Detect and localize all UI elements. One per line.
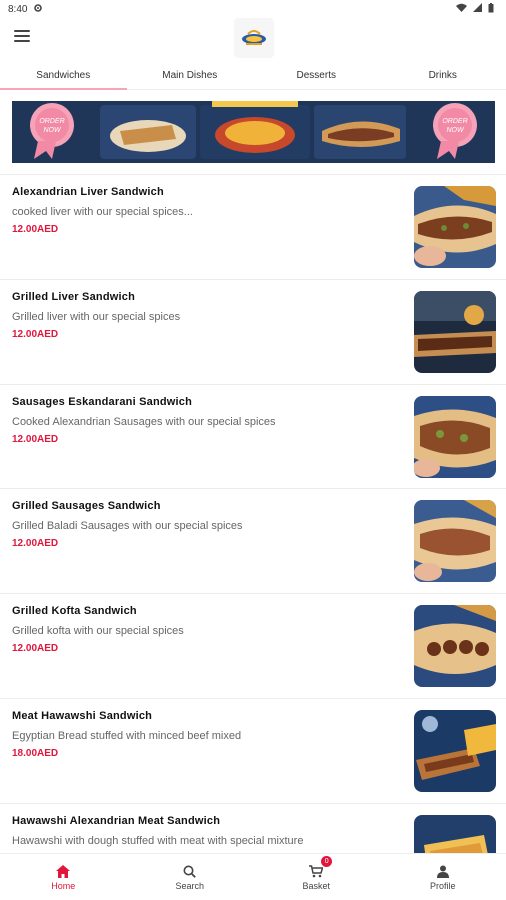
cart-icon: 0	[308, 856, 333, 879]
menu-list: Alexandrian Liver Sandwich cooked liver …	[0, 174, 506, 900]
basket-count-badge: 0	[321, 856, 333, 867]
app-header	[0, 18, 506, 58]
nav-basket-label: Basket	[302, 881, 330, 891]
nav-profile[interactable]: Profile	[380, 854, 506, 900]
nav-basket[interactable]: 0 Basket	[253, 854, 380, 900]
list-item[interactable]: Meat Hawawshi Sandwich Egyptian Bread st…	[0, 697, 506, 803]
svg-text:NOW: NOW	[446, 127, 465, 134]
item-description: Grilled kofta with our special spices	[12, 625, 184, 638]
tab-drinks[interactable]: Drinks	[380, 62, 506, 89]
signal-icon	[473, 3, 482, 15]
nav-home[interactable]: Home	[0, 854, 127, 900]
item-price: 12.00AED	[12, 224, 59, 235]
status-time: 8:40	[8, 3, 28, 15]
list-item[interactable]: Grilled Liver Sandwich Grilled liver wit…	[0, 278, 506, 384]
banner-artwork: ORDER NOW ORDER NOW	[12, 101, 495, 163]
item-name: Grilled Sausages Sandwich	[12, 500, 161, 513]
profile-icon	[435, 863, 451, 879]
tab-sandwiches[interactable]: Sandwiches	[0, 62, 127, 90]
item-name: Sausages Eskandarani Sandwich	[12, 395, 193, 408]
item-description: Grilled liver with our special spices	[12, 310, 181, 323]
status-bar: 8:40	[0, 0, 506, 18]
brand-logo	[234, 18, 274, 58]
tab-main-dishes[interactable]: Main Dishes	[127, 62, 254, 89]
nav-profile-label: Profile	[429, 881, 456, 891]
wifi-icon	[456, 3, 467, 15]
nav-search[interactable]: Search	[127, 854, 254, 900]
nav-search-label: Search	[175, 881, 205, 891]
item-image	[414, 186, 496, 268]
menu-icon[interactable]	[14, 30, 30, 44]
nav-home-label: Home	[51, 881, 76, 891]
item-name: Meat Hawawshi Sandwich	[12, 709, 153, 722]
tab-desserts[interactable]: Desserts	[253, 62, 380, 89]
tab-label: Sandwiches	[36, 70, 91, 81]
status-left: 8:40	[8, 3, 43, 16]
item-price: 12.00AED	[12, 433, 59, 445]
tab-label: Main Dishes	[162, 70, 218, 81]
item-image	[414, 605, 496, 688]
item-image	[414, 709, 496, 792]
svg-text:ORDER: ORDER	[442, 118, 467, 125]
item-name: Hawawshi Alexandrian Meat Sandwich	[12, 814, 221, 827]
list-item[interactable]: Alexandrian Liver Sandwich cooked liver …	[0, 174, 506, 279]
item-image	[414, 500, 496, 583]
svg-text:ORDER: ORDER	[39, 118, 64, 125]
item-price: 12.00AED	[12, 643, 59, 655]
search-icon	[182, 863, 198, 879]
bottom-nav: Home Search 0 Basket Profile	[0, 853, 506, 900]
category-tabs: Sandwiches Main Dishes Desserts Drinks	[0, 62, 506, 90]
settings-status-icon	[33, 3, 43, 16]
item-price: 18.00AED	[12, 747, 59, 759]
item-name: Grilled Kofta Sandwich	[12, 605, 137, 618]
item-price: 12.00AED	[12, 538, 59, 550]
svg-text:NOW: NOW	[43, 127, 62, 134]
status-right	[456, 2, 494, 16]
item-description: Grilled Baladi Sausages with our special…	[12, 520, 243, 533]
battery-icon	[488, 2, 494, 16]
list-item[interactable]: Grilled Sausages Sandwich Grilled Baladi…	[0, 488, 506, 593]
list-item[interactable]: Grilled Kofta Sandwich Grilled kofta wit…	[0, 593, 506, 698]
promo-banner[interactable]: ORDER NOW ORDER NOW	[12, 101, 495, 163]
tab-label: Desserts	[296, 70, 336, 81]
home-icon	[55, 863, 71, 879]
list-item[interactable]: Sausages Eskandarani Sandwich Cooked Ale…	[0, 383, 506, 489]
item-image	[414, 395, 496, 478]
item-image	[414, 290, 496, 373]
item-description: Egyptian Bread stuffed with minced beef …	[12, 729, 242, 742]
item-name: Alexandrian Liver Sandwich	[12, 186, 164, 198]
item-description: Cooked Alexandrian Sausages with our spe…	[12, 415, 276, 428]
item-description: Hawawshi with dough stuffed with meat wi…	[12, 834, 304, 847]
item-price: 12.00AED	[12, 328, 59, 340]
item-name: Grilled Liver Sandwich	[12, 290, 135, 303]
item-description: cooked liver with our special spices...	[12, 206, 193, 218]
tab-label: Drinks	[428, 70, 457, 81]
